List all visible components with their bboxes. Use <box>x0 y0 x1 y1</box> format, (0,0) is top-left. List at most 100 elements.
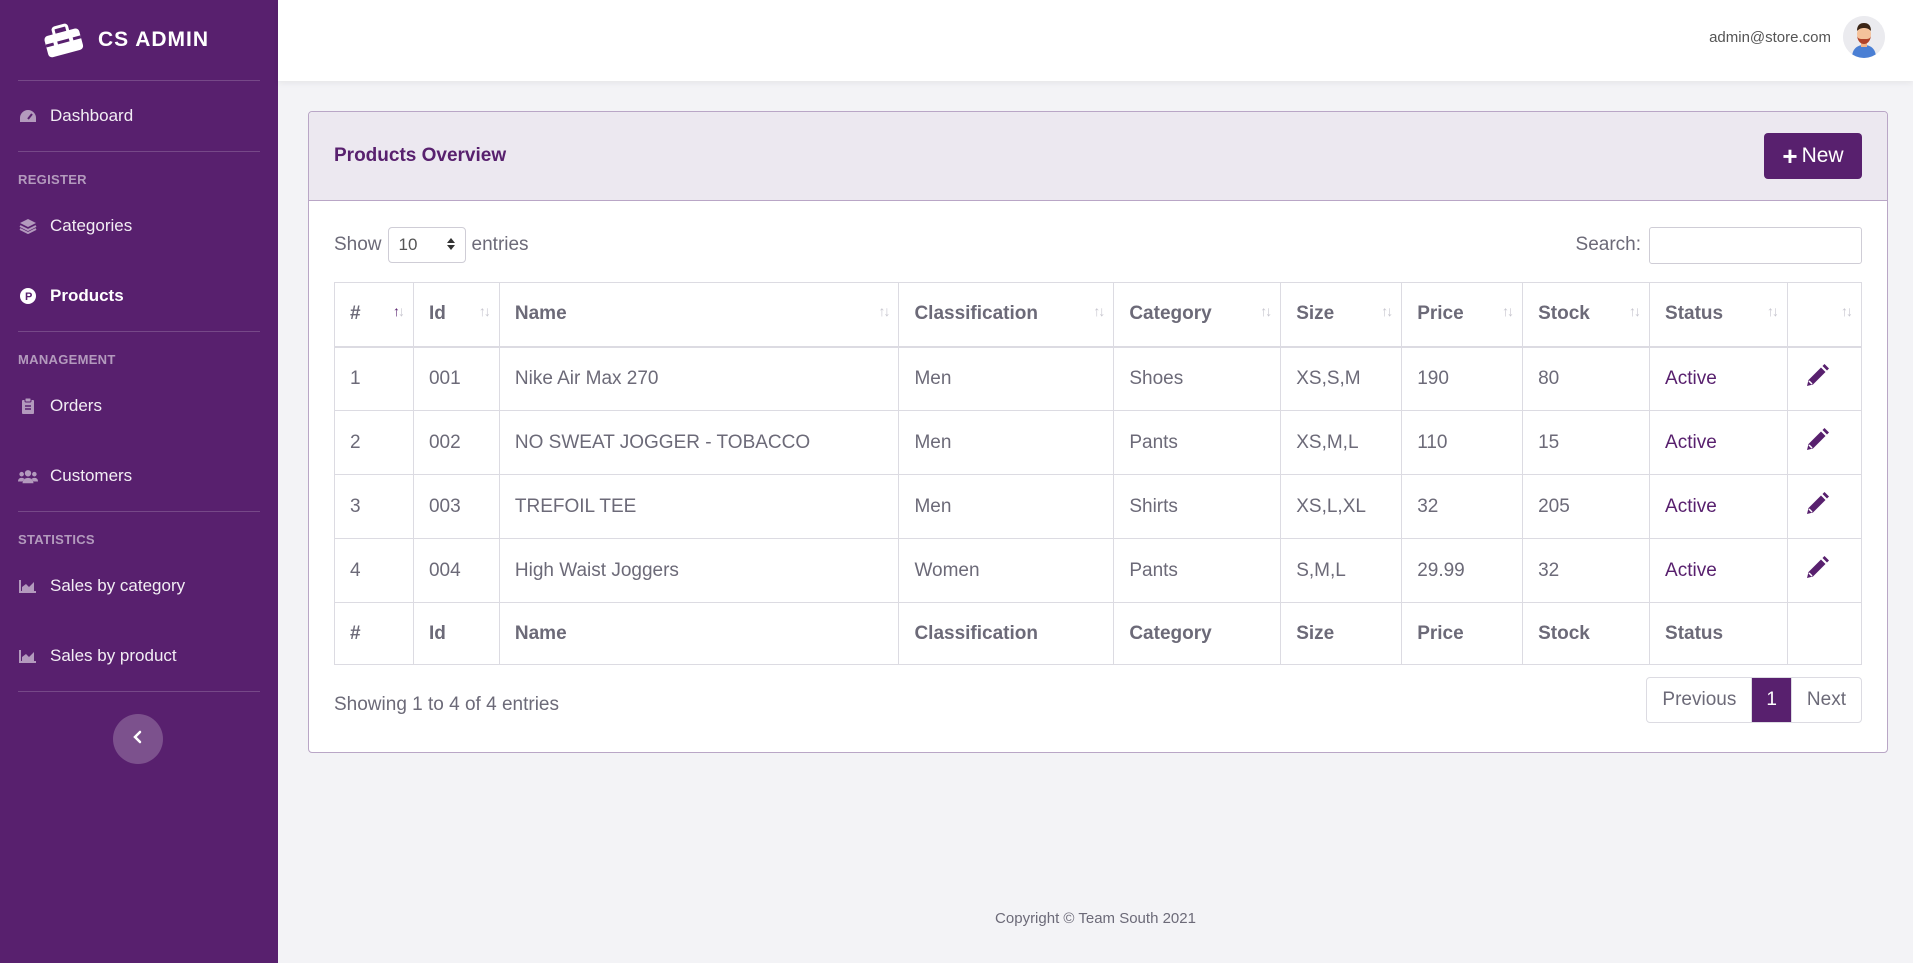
search-label: Search: <box>1575 234 1641 255</box>
card-title: Products Overview <box>334 145 507 166</box>
footer-header-actions <box>1786 602 1863 665</box>
show-label: Show <box>334 234 382 255</box>
cell-classification: Women <box>898 538 1115 603</box>
column-header-size[interactable]: Size ↑↓ <box>1280 282 1403 348</box>
gauge-icon <box>18 106 38 126</box>
footer-header-size: Size <box>1280 602 1403 665</box>
cell-number: 4 <box>334 538 414 603</box>
brand[interactable]: CS ADMIN <box>0 0 278 80</box>
edit-pencil-icon[interactable] <box>1803 490 1831 518</box>
column-header-number[interactable]: # ↑↓ <box>334 282 414 348</box>
footer-header-classification: Classification <box>898 602 1115 665</box>
table-row: 3 003 TREFOIL TEE Men Shirts XS,L,XL 32 … <box>334 474 1863 539</box>
sidebar-item-label: Dashboard <box>50 106 134 125</box>
entries-label: entries <box>471 234 529 255</box>
footer-header-price: Price <box>1401 602 1524 665</box>
users-icon <box>18 466 38 486</box>
user-menu[interactable]: admin@store.com <box>1709 16 1885 58</box>
cell-actions <box>1786 410 1863 475</box>
sort-icon: ↑↓ <box>1766 303 1779 319</box>
sidebar-item-label: Orders <box>50 396 102 415</box>
next-page-button[interactable]: Next <box>1790 678 1861 722</box>
section-heading-register: REGISTER <box>18 172 87 187</box>
sidebar-item-sales-by-category[interactable]: Sales by category <box>0 551 278 621</box>
cell-actions <box>1786 346 1863 411</box>
column-header-category[interactable]: Category ↑↓ <box>1113 282 1282 348</box>
table-search: Search: <box>1576 226 1862 264</box>
column-header-stock[interactable]: Stock ↑↓ <box>1522 282 1651 348</box>
products-table: # ↑↓ Id ↑↓ Name ↑↓ Classification ↑↓ Categor… <box>334 282 1863 665</box>
sort-icon: ↑↓ <box>478 303 491 319</box>
footer-header-stock: Stock <box>1522 602 1651 665</box>
sidebar-item-customers[interactable]: Customers <box>0 441 278 511</box>
previous-page-button[interactable]: Previous <box>1647 678 1753 722</box>
column-header-status[interactable]: Status ↑↓ <box>1649 282 1788 348</box>
copyright-footer: Copyright © Team South 2021 <box>995 910 1196 927</box>
sort-icon: ↑↓ <box>1381 303 1393 319</box>
footer-header-status: Status <box>1649 602 1788 665</box>
cell-id: 002 <box>412 410 500 475</box>
entries-select[interactable]: 10 <box>387 227 466 263</box>
brand-name: CS ADMIN <box>98 28 210 51</box>
column-header-id[interactable]: Id ↑↓ <box>412 282 500 348</box>
cell-classification: Men <box>898 474 1115 539</box>
sidebar-item-orders[interactable]: Orders <box>0 371 278 441</box>
new-button-label: New <box>1801 144 1844 167</box>
column-header-price[interactable]: Price ↑↓ <box>1401 282 1524 348</box>
cell-category: Shirts <box>1113 474 1282 539</box>
edit-pencil-icon[interactable] <box>1803 426 1831 454</box>
cell-stock: 205 <box>1522 474 1651 539</box>
sort-icon: ↑↓ <box>1093 303 1105 319</box>
edit-pencil-icon[interactable] <box>1803 554 1831 582</box>
cell-status: Active <box>1649 538 1788 603</box>
entries-length: Show 10 entries <box>334 226 529 264</box>
search-input[interactable] <box>1649 226 1862 264</box>
sidebar: CS ADMIN Dashboard REGISTER Categories P… <box>0 0 278 963</box>
cell-size: S,M,L <box>1280 538 1403 603</box>
plus-icon: + <box>1782 141 1798 171</box>
cell-price: 110 <box>1401 410 1524 475</box>
footer-header-number: # <box>334 602 414 665</box>
table-row: 4 004 High Waist Joggers Women Pants S,M… <box>334 538 1863 603</box>
sidebar-item-categories[interactable]: Categories <box>0 191 278 261</box>
cell-price: 29.99 <box>1401 538 1524 603</box>
cell-id: 004 <box>412 538 500 603</box>
avatar[interactable] <box>1843 16 1885 58</box>
product-hunt-icon: P <box>18 286 38 306</box>
cell-number: 2 <box>334 410 414 475</box>
cell-name: Nike Air Max 270 <box>498 346 900 411</box>
cell-status: Active <box>1649 410 1788 475</box>
sidebar-item-label: Products <box>50 286 124 305</box>
cell-name: TREFOIL TEE <box>498 474 900 539</box>
section-heading-statistics: STATISTICS <box>18 532 95 547</box>
sidebar-item-dashboard[interactable]: Dashboard <box>0 81 278 151</box>
table-footer-row: # Id Name Classification Category Size P… <box>334 602 1863 665</box>
products-card: Products Overview + New Show 10 entries … <box>308 111 1888 753</box>
sidebar-item-products[interactable]: P Products <box>0 261 278 331</box>
column-header-name[interactable]: Name ↑↓ <box>498 282 900 348</box>
cell-size: XS,M,L <box>1280 410 1403 475</box>
sidebar-item-label: Sales by category <box>50 576 186 595</box>
area-chart-icon <box>18 576 38 596</box>
cell-classification: Men <box>898 346 1115 411</box>
cell-size: XS,S,M <box>1280 346 1403 411</box>
column-header-classification[interactable]: Classification ↑↓ <box>898 282 1115 348</box>
sidebar-item-label: Categories <box>50 216 133 235</box>
svg-text:P: P <box>25 291 32 303</box>
cell-price: 190 <box>1401 346 1524 411</box>
sidebar-item-sales-by-product[interactable]: Sales by product <box>0 621 278 691</box>
clipboard-icon <box>18 396 38 416</box>
new-product-button[interactable]: + New <box>1764 133 1862 179</box>
cell-stock: 32 <box>1522 538 1651 603</box>
edit-pencil-icon[interactable] <box>1803 362 1831 390</box>
table-header-row: # ↑↓ Id ↑↓ Name ↑↓ Classification ↑↓ Categor… <box>334 282 1863 348</box>
cell-category: Pants <box>1113 538 1282 603</box>
column-header-actions[interactable]: ↑↓ <box>1786 282 1863 348</box>
cell-actions <box>1786 538 1863 603</box>
footer-header-id: Id <box>412 602 500 665</box>
cell-number: 1 <box>334 346 414 411</box>
table-row: 1 001 Nike Air Max 270 Men Shoes XS,S,M … <box>334 346 1863 411</box>
sidebar-item-label: Sales by product <box>50 646 177 665</box>
page-1-button[interactable]: 1 <box>1752 678 1791 722</box>
sidebar-toggle-button[interactable] <box>113 714 163 764</box>
